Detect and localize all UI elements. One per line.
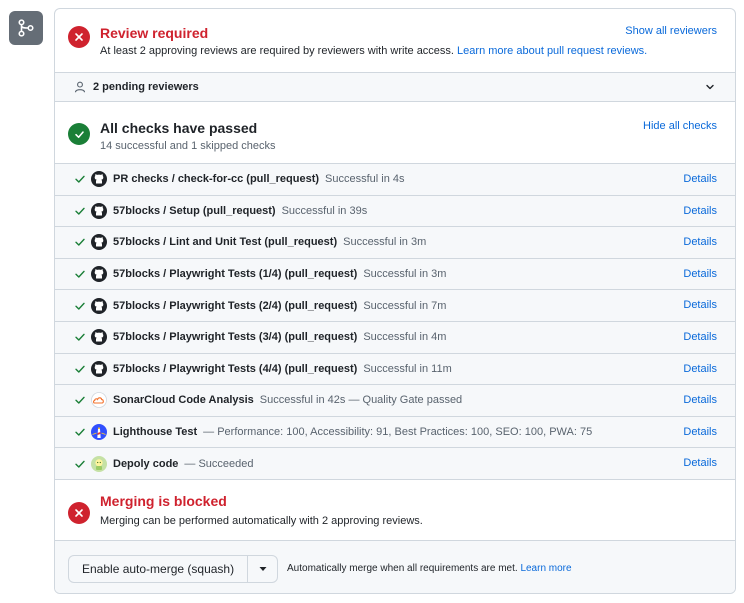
check-name: PR checks / check-for-cc (pull_request): [113, 173, 320, 186]
check-details-link[interactable]: Details: [683, 205, 717, 217]
check-details-link[interactable]: Details: [683, 363, 717, 375]
check-details-link[interactable]: Details: [683, 394, 717, 406]
review-section: Review required At least 2 approving rev…: [55, 9, 735, 72]
triangle-down-icon: [259, 567, 267, 571]
review-title: Review required: [100, 25, 209, 41]
check-row: 57blocks / Playwright Tests (3/4) (pull_…: [55, 320, 735, 353]
check-status: Successful in 42s — Quality Gate passed: [259, 394, 463, 407]
review-learn-more-link[interactable]: Learn more about pull request reviews.: [457, 45, 647, 57]
github-icon: [91, 329, 107, 346]
x-circle-icon: [68, 502, 90, 524]
check-row: 57blocks / Playwright Tests (1/4) (pull_…: [55, 257, 735, 290]
check-icon: [75, 365, 85, 373]
check-status: — Performance: 100, Accessibility: 91, B…: [203, 426, 593, 439]
check-details-link[interactable]: Details: [683, 299, 717, 311]
check-name: Lighthouse Test: [113, 426, 198, 439]
check-name: 57blocks / Setup (pull_request): [113, 204, 276, 217]
checks-title: All checks have passed: [100, 120, 258, 136]
github-icon: [91, 234, 107, 251]
check-status: Successful in 3m: [363, 268, 447, 281]
check-icon: [75, 270, 85, 278]
lighthouse-icon: [91, 424, 107, 441]
auto-merge-hint-text: Automatically merge when all requirement…: [287, 563, 518, 574]
github-icon: [91, 202, 107, 219]
check-name: 57blocks / Playwright Tests (3/4) (pull_…: [113, 331, 358, 344]
enable-auto-merge-button[interactable]: Enable auto-merge (squash): [69, 556, 249, 582]
git-merge-icon: [9, 11, 43, 45]
check-name: 57blocks / Playwright Tests (2/4) (pull_…: [113, 299, 358, 312]
check-icon: [75, 175, 85, 183]
check-name: SonarCloud Code Analysis: [113, 394, 254, 407]
check-icon: [75, 333, 85, 341]
check-status: Successful in 11m: [363, 362, 452, 375]
checks-list: PR checks / check-for-cc (pull_request) …: [55, 163, 735, 479]
person-icon: [74, 81, 86, 93]
check-row: Depoly code — Succeeded Details: [55, 447, 735, 479]
check-name: 57blocks / Playwright Tests (1/4) (pull_…: [113, 268, 358, 281]
check-details-link[interactable]: Details: [683, 268, 717, 280]
hide-all-checks-link[interactable]: Hide all checks: [643, 120, 717, 132]
github-icon: [91, 266, 107, 283]
check-circle-icon: [68, 123, 90, 145]
sonarcloud-icon: [91, 392, 107, 409]
checks-subtitle: 14 successful and 1 skipped checks: [100, 140, 276, 152]
check-details-link[interactable]: Details: [683, 236, 717, 248]
merge-blocked-description: Merging can be performed automatically w…: [100, 515, 423, 527]
merge-status-section: Merging is blocked Merging can be perfor…: [55, 479, 735, 540]
review-description-text: At least 2 approving reviews are require…: [100, 45, 454, 57]
review-description: At least 2 approving reviews are require…: [100, 45, 647, 57]
check-name: 57blocks / Lint and Unit Test (pull_requ…: [113, 236, 338, 249]
check-icon: [75, 302, 85, 310]
check-icon: [75, 460, 85, 468]
check-status: Successful in 4s: [325, 173, 405, 186]
github-icon: [91, 171, 107, 188]
x-circle-icon: [68, 26, 90, 48]
check-icon: [75, 207, 85, 215]
check-details-link[interactable]: Details: [683, 331, 717, 343]
merge-blocked-title: Merging is blocked: [100, 493, 227, 509]
show-all-reviewers-link[interactable]: Show all reviewers: [625, 25, 717, 37]
pending-reviewers-toggle[interactable]: 2 pending reviewers: [55, 72, 735, 101]
check-icon: [75, 239, 85, 247]
check-status: Successful in 4m: [363, 331, 447, 344]
check-row: 57blocks / Playwright Tests (2/4) (pull_…: [55, 289, 735, 321]
check-icon: [75, 428, 85, 436]
check-status: Successful in 7m: [363, 299, 447, 312]
merge-actions: Enable auto-merge (squash) Automatically…: [55, 540, 735, 593]
check-name: Depoly code: [113, 457, 179, 470]
branch-glyph: [18, 19, 34, 37]
check-details-link[interactable]: Details: [683, 457, 717, 469]
pending-reviewers-label: 2 pending reviewers: [93, 81, 199, 93]
merge-box: Review required At least 2 approving rev…: [54, 8, 736, 594]
check-row: Lighthouse Test — Performance: 100, Acce…: [55, 415, 735, 448]
check-row: SonarCloud Code Analysis Successful in 4…: [55, 384, 735, 416]
check-status: Successful in 39s: [281, 204, 368, 217]
check-status: Successful in 3m: [343, 236, 427, 249]
check-row: 57blocks / Setup (pull_request) Successf…: [55, 194, 735, 227]
github-icon: [91, 297, 107, 314]
check-icon: [75, 397, 85, 405]
check-details-link[interactable]: Details: [683, 426, 717, 438]
merge-method-dropdown[interactable]: [248, 556, 277, 582]
github-icon: [91, 360, 107, 377]
auto-merge-hint: Automatically merge when all requirement…: [287, 563, 572, 574]
check-row: PR checks / check-for-cc (pull_request) …: [55, 163, 735, 195]
auto-merge-learn-more-link[interactable]: Learn more: [520, 563, 571, 574]
check-name: 57blocks / Playwright Tests (4/4) (pull_…: [113, 362, 358, 375]
chevron-down-icon: [706, 84, 714, 90]
check-row: 57blocks / Playwright Tests (4/4) (pull_…: [55, 352, 735, 385]
check-row: 57blocks / Lint and Unit Test (pull_requ…: [55, 226, 735, 258]
checks-summary: All checks have passed 14 successful and…: [55, 101, 735, 163]
check-details-link[interactable]: Details: [683, 173, 717, 185]
auto-merge-button-group: Enable auto-merge (squash): [68, 555, 279, 583]
check-status: — Succeeded: [184, 457, 254, 470]
deploy-bot-icon: [91, 455, 107, 472]
